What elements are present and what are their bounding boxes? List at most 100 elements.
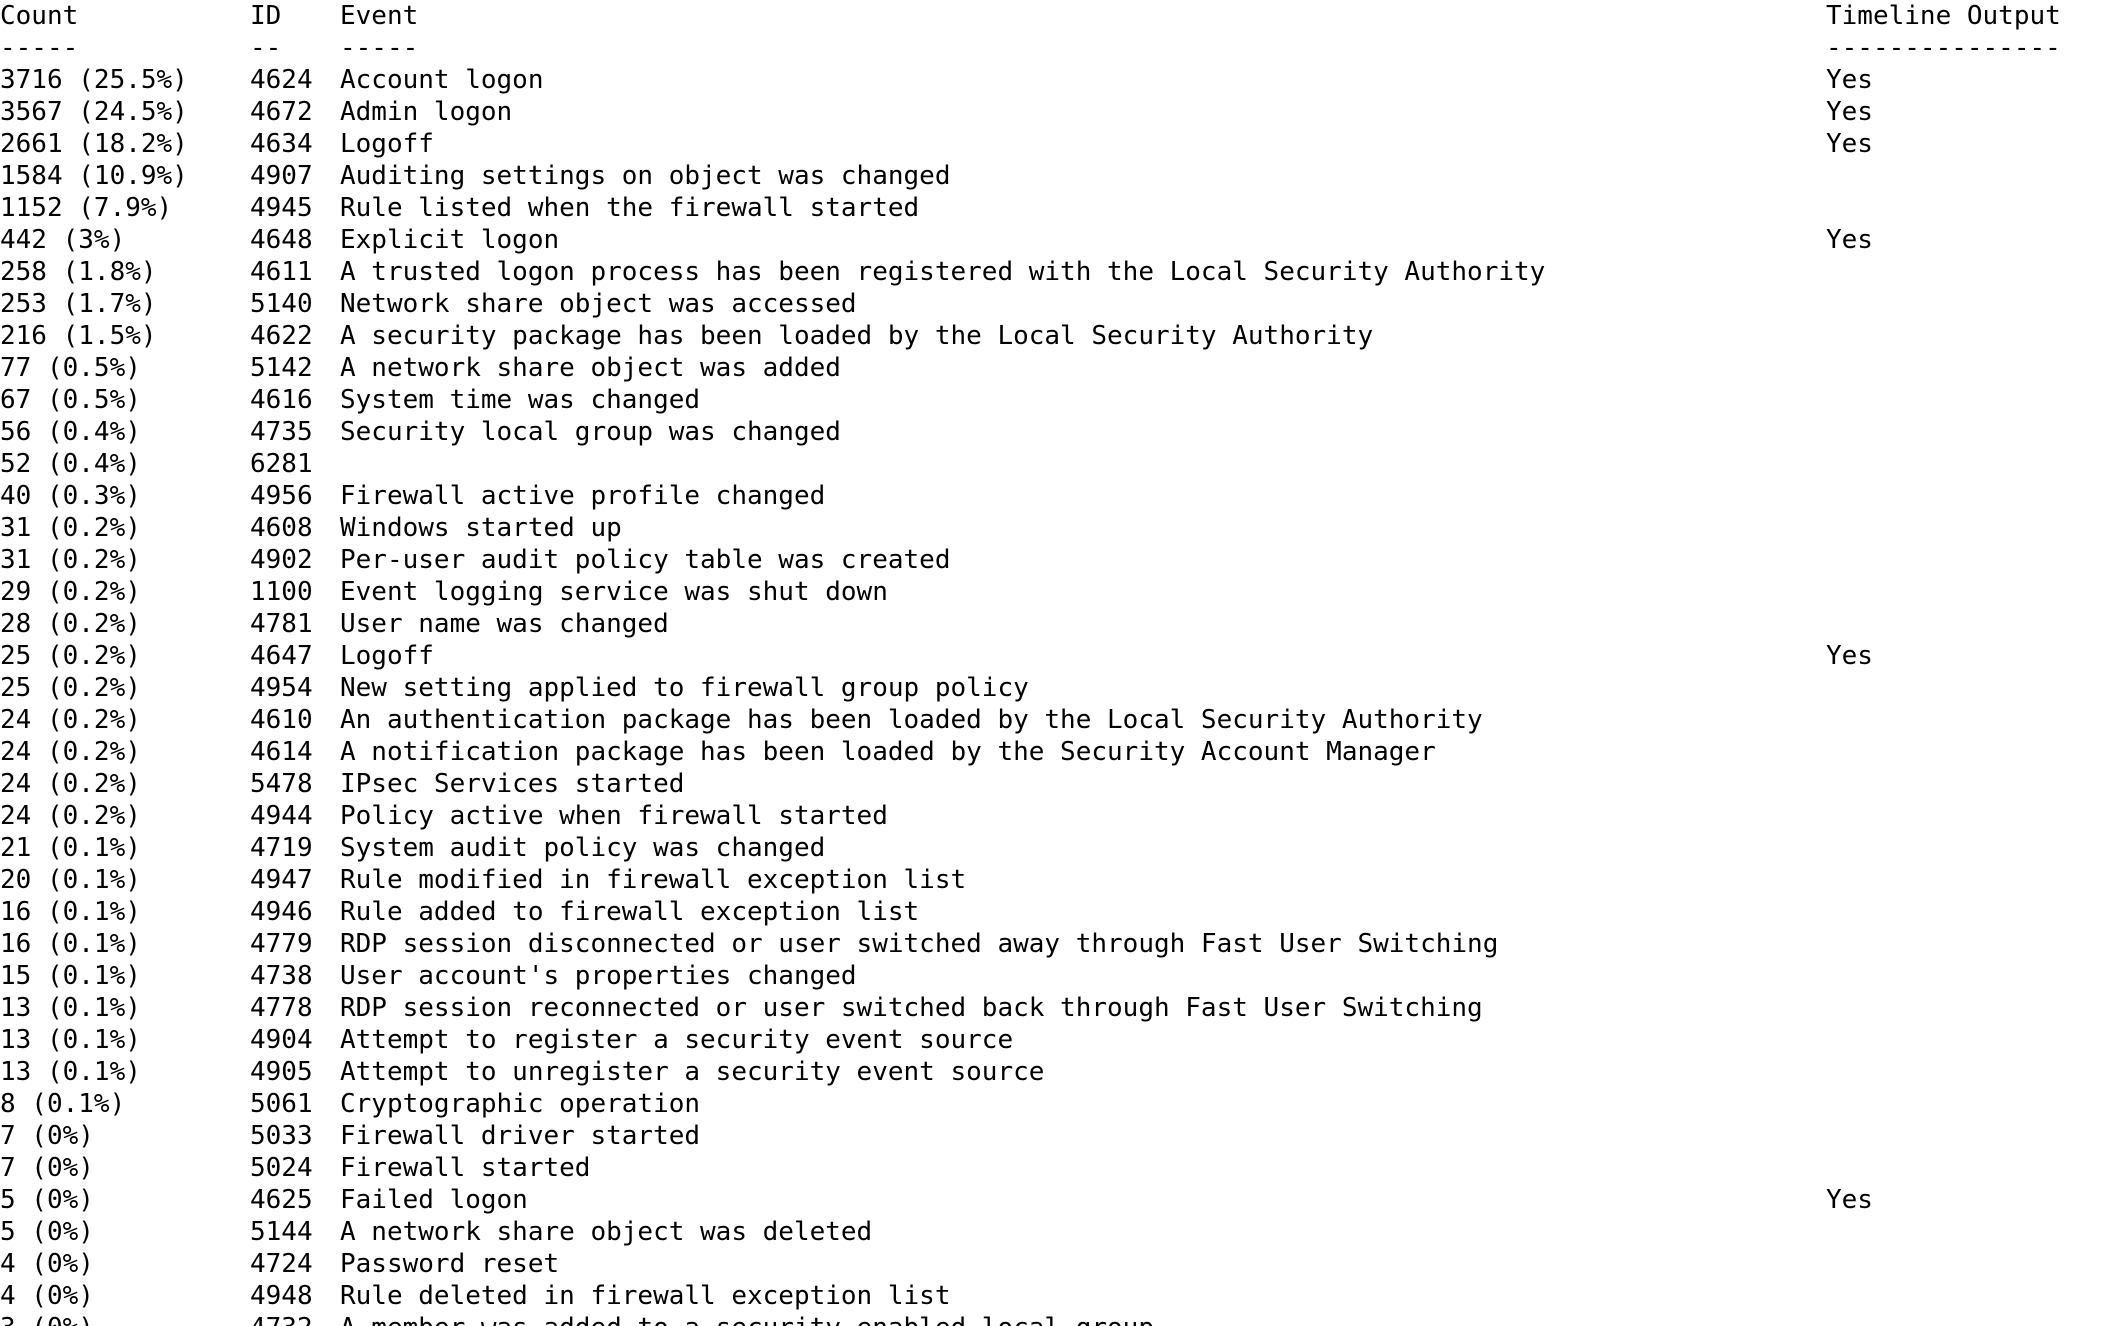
cell-event-description: Attempt to register a security event sou… [340, 1025, 1014, 1055]
cell-event-description: Security local group was changed [340, 417, 841, 447]
cell-count: 31 (0.2%) [0, 545, 141, 575]
cell-count: 40 (0.3%) [0, 481, 141, 511]
cell-count: 3716 (25.5%) [0, 65, 188, 95]
cell-event-id: 4732 [250, 1312, 313, 1326]
cell-timeline-output: Yes [1826, 225, 1873, 255]
cell-count: 216 (1.5%) [0, 321, 157, 351]
cell-event-id: 5033 [250, 1121, 313, 1151]
cell-event-description: A notification package has been loaded b… [340, 737, 1436, 767]
table-row: 67 (0.5%) 4616 System time was changed [0, 384, 2116, 416]
table-row: 16 (0.1%) 4779 RDP session disconnected or… [0, 928, 2116, 960]
cell-count: 24 (0.2%) [0, 769, 141, 799]
table-row: 40 (0.3%) 4956 Firewall active profile cha… [0, 480, 2116, 512]
rule-timeline-output: --------------- [1826, 33, 2061, 63]
cell-event-description: Network share object was accessed [340, 289, 857, 319]
table-row: 31 (0.2%) 4902 Per-user audit policy table… [0, 544, 2116, 576]
cell-event-id: 4735 [250, 417, 313, 447]
cell-event-description: Admin logon [340, 97, 513, 127]
cell-count: 24 (0.2%) [0, 737, 141, 767]
cell-event-description: Password reset [340, 1249, 560, 1279]
cell-count: 24 (0.2%) [0, 801, 141, 831]
cell-event-description: A network share object was added [340, 353, 841, 383]
table-row: 56 (0.4%) 4735 Security local group was ch… [0, 416, 2116, 448]
cell-event-id: 4647 [250, 641, 313, 671]
cell-event-id: 4946 [250, 897, 313, 927]
table-row: 25 (0.2%) 4954 New setting applied to fire… [0, 672, 2116, 704]
cell-event-description: A security package has been loaded by th… [340, 321, 1374, 351]
table-row: 13 (0.1%) 4778 RDP session reconnected or … [0, 992, 2116, 1024]
cell-timeline-output: Yes [1826, 65, 1873, 95]
cell-count: 56 (0.4%) [0, 417, 141, 447]
cell-event-id: 4622 [250, 321, 313, 351]
table-row: 29 (0.2%) 1100 Event logging service was s… [0, 576, 2116, 608]
cell-event-id: 6281 [250, 449, 313, 479]
cell-count: 5 (0%) [0, 1217, 94, 1247]
cell-event-description: User account's properties changed [340, 961, 857, 991]
column-header-id: ID [250, 1, 282, 31]
cell-event-description: Logoff [340, 129, 434, 159]
cell-event-description: Firewall started [340, 1153, 591, 1183]
cell-count: 25 (0.2%) [0, 673, 141, 703]
cell-event-id: 5061 [250, 1089, 313, 1119]
cell-event-id: 4945 [250, 193, 313, 223]
table-row: 7 (0%) 5024 Firewall started [0, 1152, 2116, 1184]
cell-event-id: 4905 [250, 1057, 313, 1087]
table-row: 24 (0.2%) 5478 IPsec Services started [0, 768, 2116, 800]
cell-event-id: 4719 [250, 833, 313, 863]
table-row: 20 (0.1%) 4947 Rule modified in firewall e… [0, 864, 2116, 896]
cell-count: 13 (0.1%) [0, 1057, 141, 1087]
cell-event-id: 4672 [250, 97, 313, 127]
cell-event-description: Failed logon [340, 1185, 528, 1215]
cell-event-description: Windows started up [340, 513, 622, 543]
cell-event-description: System time was changed [340, 385, 701, 415]
cell-event-id: 4625 [250, 1185, 313, 1215]
cell-timeline-output: Yes [1826, 1185, 1873, 1215]
cell-count: 253 (1.7%) [0, 289, 157, 319]
cell-count: 4 (0%) [0, 1281, 94, 1311]
cell-count: 31 (0.2%) [0, 513, 141, 543]
table-row: 52 (0.4%) 6281 [0, 448, 2116, 480]
cell-event-id: 4947 [250, 865, 313, 895]
cell-event-id: 4724 [250, 1249, 313, 1279]
cell-event-description: Explicit logon [340, 225, 560, 255]
table-row: 8 (0.1%) 5061 Cryptographic operation [0, 1088, 2116, 1120]
cell-event-id: 4904 [250, 1025, 313, 1055]
cell-count: 20 (0.1%) [0, 865, 141, 895]
table-header-row: Count ID Event Timeline Output [0, 0, 2116, 32]
cell-event-description: Cryptographic operation [340, 1089, 701, 1119]
cell-count: 77 (0.5%) [0, 353, 141, 383]
rule-id: -- [250, 33, 282, 63]
cell-event-id: 4624 [250, 65, 313, 95]
cell-event-description: Event logging service was shut down [340, 577, 888, 607]
table-row: 24 (0.2%) 4610 An authentication package h… [0, 704, 2116, 736]
cell-event-description: A member was added to a security-enabled… [340, 1312, 1154, 1326]
cell-event-description: Auditing settings on object was changed [340, 161, 951, 191]
cell-count: 3 (0%) [0, 1312, 94, 1326]
table-row: 13 (0.1%) 4905 Attempt to unregister a sec… [0, 1056, 2116, 1088]
cell-count: 13 (0.1%) [0, 1025, 141, 1055]
cell-event-description: Attempt to unregister a security event s… [340, 1057, 1045, 1087]
table-row: 15 (0.1%) 4738 User account's properties c… [0, 960, 2116, 992]
table-row: 24 (0.2%) 4614 A notification package has … [0, 736, 2116, 768]
cell-timeline-output: Yes [1826, 641, 1873, 671]
cell-event-description: A trusted logon process has been registe… [340, 257, 1546, 287]
cell-timeline-output: Yes [1826, 129, 1873, 159]
table-row: 24 (0.2%) 4944 Policy active when firewall… [0, 800, 2116, 832]
cell-event-id: 4956 [250, 481, 313, 511]
cell-event-description: Rule listed when the firewall started [340, 193, 920, 223]
cell-count: 29 (0.2%) [0, 577, 141, 607]
cell-event-id: 5024 [250, 1153, 313, 1183]
cell-event-id: 4608 [250, 513, 313, 543]
cell-count: 24 (0.2%) [0, 705, 141, 735]
column-header-event: Event [340, 1, 419, 31]
cell-event-description: Account logon [340, 65, 544, 95]
cell-event-id: 5478 [250, 769, 313, 799]
table-row: 4 (0%) 4948 Rule deleted in firewall excep… [0, 1280, 2116, 1312]
cell-count: 5 (0%) [0, 1185, 94, 1215]
table-row: 253 (1.7%) 5140 Network share object was a… [0, 288, 2116, 320]
table-row: 5 (0%) 5144 A network share object was del… [0, 1216, 2116, 1248]
cell-count: 15 (0.1%) [0, 961, 141, 991]
cell-event-id: 4610 [250, 705, 313, 735]
cell-count: 4 (0%) [0, 1249, 94, 1279]
cell-event-id: 4779 [250, 929, 313, 959]
